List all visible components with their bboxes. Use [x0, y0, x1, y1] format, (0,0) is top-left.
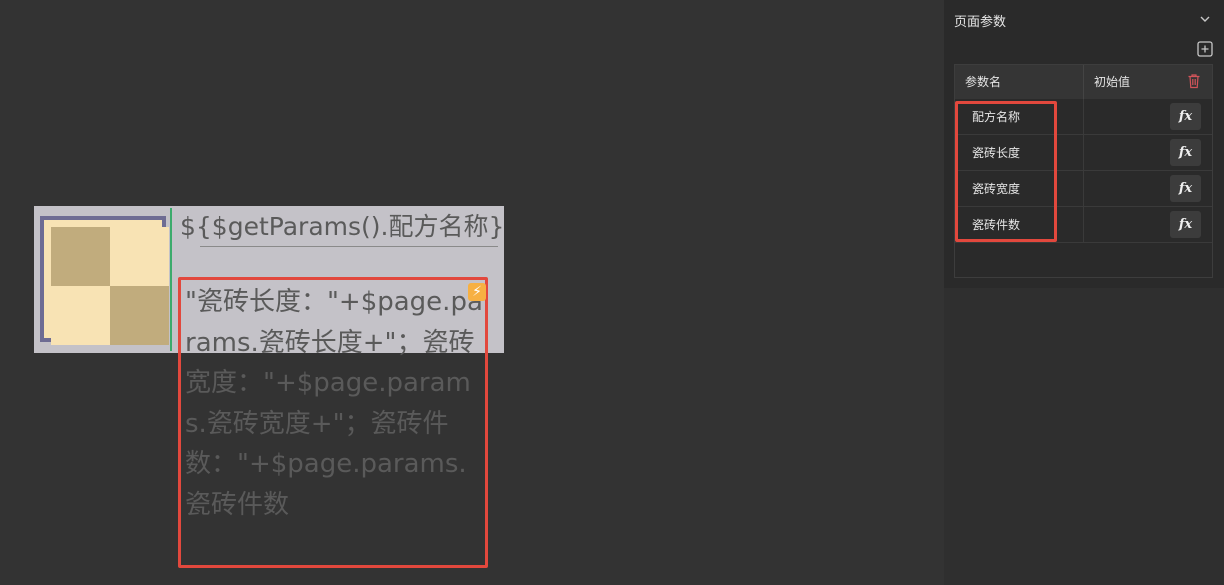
title-underline — [200, 246, 498, 247]
cell-divider — [1083, 171, 1084, 207]
value-expression-highlight[interactable]: "瓷砖长度："+$page.params.瓷砖长度+"；瓷砖宽度："+$page… — [178, 277, 488, 568]
param-initial-value[interactable] — [1085, 99, 1165, 133]
title-expression[interactable]: ${$getParams().配方名称} — [180, 210, 504, 244]
panel-empty-area — [944, 288, 1224, 585]
fx-icon[interactable]: fx — [1170, 175, 1201, 202]
column-header-initial-value: 初始值 — [1094, 75, 1131, 89]
cell-divider — [1083, 99, 1084, 135]
tile-square-dark — [51, 227, 110, 286]
header-divider — [1083, 65, 1084, 99]
param-initial-value[interactable] — [1085, 171, 1165, 205]
selection-divider — [170, 208, 172, 351]
column-header-name: 参数名 — [965, 75, 1002, 89]
param-initial-value[interactable] — [1085, 135, 1165, 169]
param-names-highlight — [955, 101, 1057, 242]
tile-square-light — [51, 286, 110, 345]
design-canvas: ${$getParams().配方名称} "瓷砖长度："+$page.param… — [0, 0, 944, 585]
value-expression[interactable]: "瓷砖长度："+$page.params.瓷砖长度+"；瓷砖宽度："+$page… — [185, 282, 487, 525]
lightning-icon[interactable]: ⚡ — [468, 283, 486, 301]
fx-icon[interactable]: fx — [1170, 139, 1201, 166]
tile-square-light — [110, 227, 169, 286]
fx-icon[interactable]: fx — [1170, 103, 1201, 130]
trash-icon[interactable] — [1187, 73, 1201, 89]
add-icon[interactable] — [1197, 41, 1213, 57]
cell-divider — [1083, 207, 1084, 243]
chevron-down-icon[interactable] — [1198, 12, 1212, 26]
table-header: 参数名 初始值 — [955, 65, 1212, 99]
param-initial-value[interactable] — [1085, 207, 1165, 241]
tile-image — [40, 216, 169, 345]
tile-square-dark — [110, 286, 169, 345]
fx-icon[interactable]: fx — [1170, 211, 1201, 238]
panel-title: 页面参数 — [954, 15, 1007, 30]
cell-divider — [1083, 135, 1084, 171]
